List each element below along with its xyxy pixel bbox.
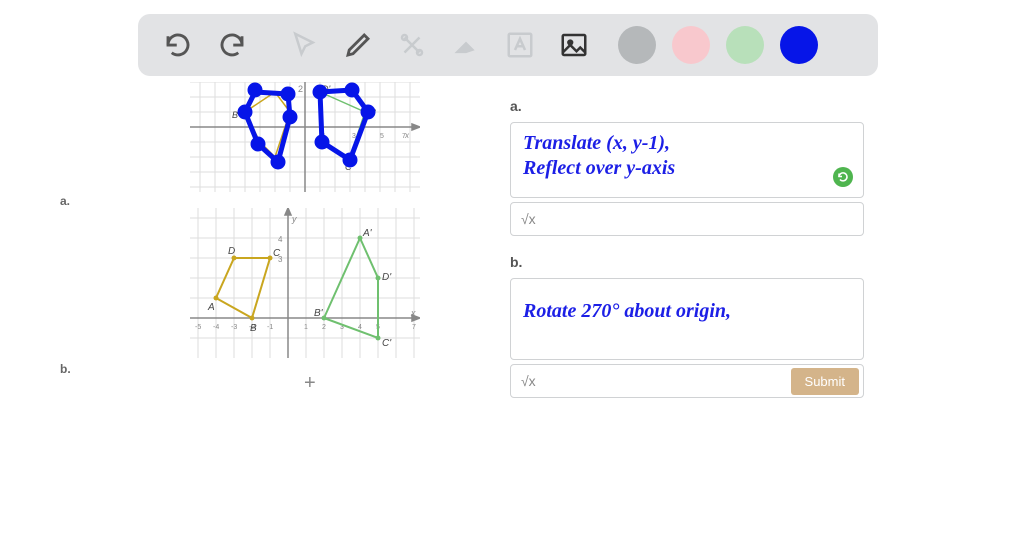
graph-b: y 43 -5-4-3-2-1 123457 x A B C D A' B' C… <box>190 208 420 358</box>
answer-b-line1: Rotate 270° about origin, <box>523 299 851 324</box>
redo-button[interactable] <box>208 21 256 69</box>
image-icon <box>559 30 589 60</box>
submit-button[interactable]: Submit <box>791 368 859 395</box>
tools-icon <box>397 30 427 60</box>
svg-text:A: A <box>207 302 215 313</box>
math-toggle-a[interactable]: √x <box>521 211 536 227</box>
svg-text:2: 2 <box>298 84 303 94</box>
svg-text:C: C <box>273 248 281 259</box>
svg-text:7: 7 <box>412 324 416 331</box>
eraser-tool[interactable] <box>442 21 490 69</box>
math-toggle-b[interactable]: √x <box>521 373 536 389</box>
svg-text:-5: -5 <box>195 324 201 331</box>
pointer-icon <box>289 30 319 60</box>
svg-text:D: D <box>228 246 235 257</box>
redo-icon <box>217 30 247 60</box>
problem-label-b: b. <box>60 362 71 376</box>
svg-text:C': C' <box>382 338 392 349</box>
problem-label-a: a. <box>60 194 70 208</box>
pen-tool[interactable] <box>334 21 382 69</box>
answer-label-b: b. <box>510 254 990 270</box>
svg-text:D': D' <box>382 272 392 283</box>
add-graph-button[interactable]: + <box>304 372 316 395</box>
refresh-answer-a[interactable] <box>833 167 853 187</box>
svg-text:1: 1 <box>304 324 308 331</box>
svg-text:4: 4 <box>278 235 283 244</box>
math-row-b: √x Submit <box>510 364 864 398</box>
tools-tool[interactable] <box>388 21 436 69</box>
eraser-icon <box>451 30 481 60</box>
pen-icon <box>343 30 373 60</box>
color-blue-active[interactable] <box>780 26 818 64</box>
svg-text:B: B <box>250 323 257 334</box>
answer-input-a[interactable]: Translate (x, y-1), Reflect over y-axis <box>510 122 864 198</box>
svg-text:5: 5 <box>380 133 384 140</box>
svg-text:A': A' <box>362 228 373 239</box>
refresh-icon <box>837 171 849 183</box>
svg-text:B: B <box>232 110 238 120</box>
image-tool[interactable] <box>550 21 598 69</box>
graph-a-svg: 2 x 1357 B D' B' C' <box>190 82 420 192</box>
graph-b-svg: y 43 -5-4-3-2-1 123457 x A B C D A' B' C… <box>190 208 420 358</box>
math-row-a: √x <box>510 202 864 236</box>
svg-text:7: 7 <box>402 133 406 140</box>
svg-text:x: x <box>410 308 416 318</box>
answer-input-b[interactable]: Rotate 270° about origin, <box>510 278 864 360</box>
undo-icon <box>163 30 193 60</box>
text-icon <box>505 30 535 60</box>
svg-text:y: y <box>291 214 297 224</box>
svg-text:2: 2 <box>322 324 326 331</box>
answer-a-line2: Reflect over y-axis <box>523 156 851 181</box>
undo-button[interactable] <box>154 21 202 69</box>
answer-label-a: a. <box>510 98 990 114</box>
color-pink[interactable] <box>672 26 710 64</box>
color-green[interactable] <box>726 26 764 64</box>
answer-column: a. Translate (x, y-1), Reflect over y-ax… <box>510 92 990 416</box>
svg-text:B': B' <box>314 308 324 319</box>
pointer-tool[interactable] <box>280 21 328 69</box>
color-gray[interactable] <box>618 26 656 64</box>
svg-text:-1: -1 <box>267 324 273 331</box>
annotation-toolbar <box>138 14 878 76</box>
graph-a: 2 x 1357 B D' B' C' <box>190 82 420 192</box>
text-tool[interactable] <box>496 21 544 69</box>
svg-text:-4: -4 <box>213 324 219 331</box>
answer-a-line1: Translate (x, y-1), <box>523 131 851 156</box>
svg-text:-3: -3 <box>231 324 237 331</box>
